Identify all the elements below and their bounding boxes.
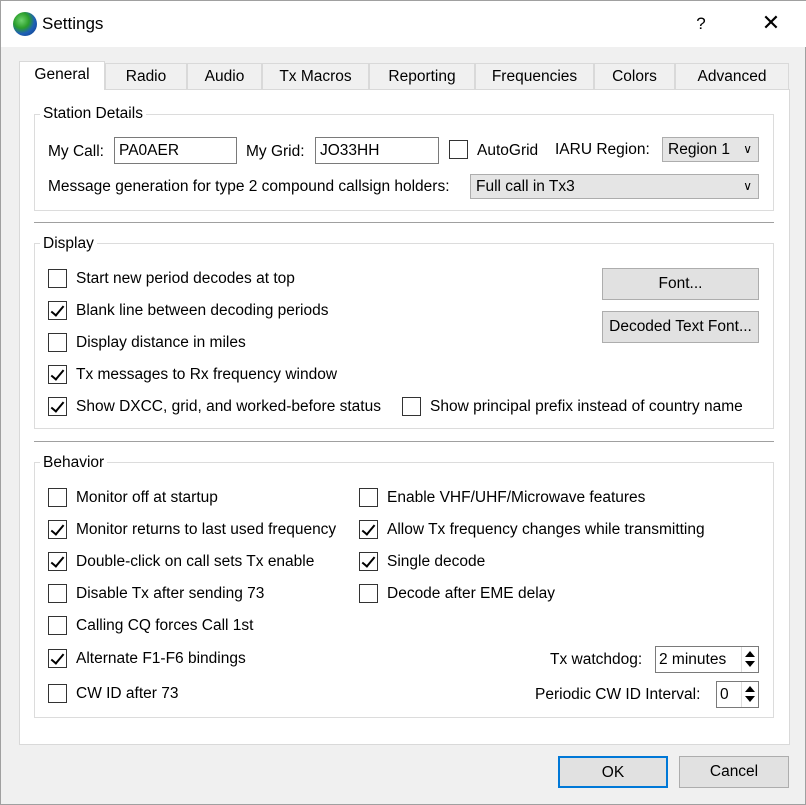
cancel-button[interactable]: Cancel xyxy=(679,756,789,788)
display-checkbox[interactable] xyxy=(48,269,67,288)
behavior-label: CW ID after 73 xyxy=(76,685,179,702)
display-checkbox[interactable] xyxy=(48,397,67,416)
globe-icon xyxy=(13,12,37,36)
spin-down-icon[interactable] xyxy=(745,696,755,702)
behavior-label: Single decode xyxy=(387,553,486,570)
display-title: Display xyxy=(40,235,97,253)
spin-arrows[interactable] xyxy=(741,682,758,707)
message-generation-value: Full call in Tx3 xyxy=(476,178,575,195)
display-checkbox[interactable] xyxy=(48,301,67,320)
spin-down-icon[interactable] xyxy=(745,661,755,667)
behavior-label: Disable Tx after sending 73 xyxy=(76,585,265,602)
behavior-label: Calling CQ forces Call 1st xyxy=(76,617,254,634)
tx-watchdog-spinbox[interactable]: 2 minutes xyxy=(655,646,759,673)
font-button[interactable]: Font... xyxy=(602,268,759,300)
separator xyxy=(34,441,774,442)
tx-watchdog-value: 2 minutes xyxy=(659,651,727,668)
behavior-checkbox[interactable] xyxy=(359,552,378,571)
station-details-title: Station Details xyxy=(40,105,146,123)
ok-button[interactable]: OK xyxy=(558,756,668,788)
cw-id-interval-value: 0 xyxy=(720,686,729,703)
display-checkbox[interactable] xyxy=(402,397,421,416)
display-checkbox[interactable] xyxy=(48,333,67,352)
iaru-region-value: Region 1 xyxy=(668,141,731,158)
behavior-title: Behavior xyxy=(40,454,108,472)
general-pane: Station Details My Call: PA0AER My Grid:… xyxy=(19,89,790,745)
behavior-checkbox[interactable] xyxy=(48,649,67,668)
spin-up-icon[interactable] xyxy=(745,686,755,692)
behavior-checkbox[interactable] xyxy=(48,616,67,635)
display-label: Tx messages to Rx frequency window xyxy=(76,366,338,383)
autogrid-checkbox[interactable] xyxy=(449,140,468,159)
behavior-label: Enable VHF/UHF/Microwave features xyxy=(387,489,646,506)
chevron-down-icon: ∨ xyxy=(743,179,752,193)
spin-up-icon[interactable] xyxy=(745,651,755,657)
behavior-checkbox[interactable] xyxy=(48,684,67,703)
tab-reporting[interactable]: Reporting xyxy=(369,63,475,89)
tab-frequencies[interactable]: Frequencies xyxy=(475,63,594,89)
close-button[interactable]: ✕ xyxy=(746,9,796,39)
display-label: Show DXCC, grid, and worked-before statu… xyxy=(76,398,381,415)
display-label: Blank line between decoding periods xyxy=(76,302,329,319)
tx-watchdog-label: Tx watchdog: xyxy=(550,651,643,668)
cw-id-interval-spinbox[interactable]: 0 xyxy=(716,681,759,708)
behavior-label: Allow Tx frequency changes while transmi… xyxy=(387,521,705,538)
my-grid-input[interactable]: JO33HH xyxy=(315,137,439,164)
autogrid-label: AutoGrid xyxy=(477,142,539,159)
help-button[interactable]: ? xyxy=(681,9,721,39)
tab-audio[interactable]: Audio xyxy=(187,63,262,89)
spin-arrows[interactable] xyxy=(741,647,758,672)
message-generation-select[interactable]: Full call in Tx3 ∨ xyxy=(470,174,759,199)
behavior-checkbox[interactable] xyxy=(359,488,378,507)
behavior-checkbox[interactable] xyxy=(48,488,67,507)
separator xyxy=(34,222,774,223)
behavior-label: Decode after EME delay xyxy=(387,585,556,602)
behavior-label: Monitor returns to last used frequency xyxy=(76,521,337,538)
behavior-checkbox[interactable] xyxy=(48,584,67,603)
behavior-checkbox[interactable] xyxy=(359,520,378,539)
display-checkbox[interactable] xyxy=(48,365,67,384)
display-label: Display distance in miles xyxy=(76,334,246,351)
my-call-input[interactable]: PA0AER xyxy=(114,137,237,164)
iaru-region-label: IARU Region: xyxy=(555,141,650,158)
window-title: Settings xyxy=(42,14,104,33)
settings-dialog: Settings ? ✕ General Radio Audio Tx Macr… xyxy=(0,0,806,805)
iaru-region-select[interactable]: Region 1 ∨ xyxy=(662,137,759,162)
display-label: Show principal prefix instead of country… xyxy=(430,398,743,415)
tab-general[interactable]: General xyxy=(19,61,105,90)
display-label: Start new period decodes at top xyxy=(76,270,295,287)
behavior-label: Double-click on call sets Tx enable xyxy=(76,553,315,570)
tab-tx-macros[interactable]: Tx Macros xyxy=(262,63,369,89)
behavior-label: Monitor off at startup xyxy=(76,489,218,506)
title-bar: Settings ? ✕ xyxy=(1,1,806,47)
behavior-checkbox[interactable] xyxy=(48,520,67,539)
tab-advanced[interactable]: Advanced xyxy=(675,63,789,89)
my-grid-label: My Grid: xyxy=(246,143,305,160)
chevron-down-icon: ∨ xyxy=(743,142,752,156)
tab-radio[interactable]: Radio xyxy=(105,63,187,89)
message-generation-label: Message generation for type 2 compound c… xyxy=(48,178,450,195)
behavior-checkbox[interactable] xyxy=(359,584,378,603)
behavior-label: Alternate F1-F6 bindings xyxy=(76,650,246,667)
my-call-label: My Call: xyxy=(48,143,104,160)
tab-colors[interactable]: Colors xyxy=(594,63,675,89)
cw-id-interval-label: Periodic CW ID Interval: xyxy=(535,686,701,703)
behavior-checkbox[interactable] xyxy=(48,552,67,571)
decoded-text-font-button[interactable]: Decoded Text Font... xyxy=(602,311,759,343)
